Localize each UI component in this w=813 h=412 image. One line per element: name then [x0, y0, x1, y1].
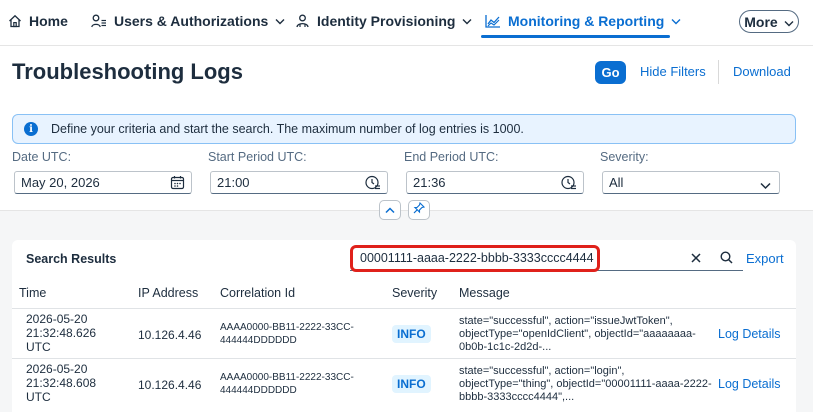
nav-identity-label: Identity Provisioning	[317, 13, 456, 29]
date-value: May 20, 2026	[21, 175, 100, 190]
nav-users-label: Users & Authorizations	[114, 13, 269, 29]
end-period-input[interactable]: 21:36	[406, 171, 584, 194]
chevron-down-icon	[784, 14, 794, 30]
correlation-cell: AAAA0000-BB11-2222-33CC- 444444DDDDDD	[220, 371, 354, 397]
log-details-link[interactable]: Log Details	[718, 327, 781, 341]
time-clock: 21:32:48.608	[26, 376, 97, 390]
hide-filters-link[interactable]: Hide Filters	[640, 64, 706, 79]
page-title: Troubleshooting Logs	[12, 59, 243, 84]
users-icon	[91, 14, 107, 28]
header-separator	[718, 60, 719, 84]
time-cell: 2026-05-20 21:32:48.608 UTC	[26, 362, 96, 404]
column-header-correlation[interactable]: Correlation Id	[220, 286, 295, 300]
more-label: More	[744, 13, 778, 30]
go-button[interactable]: Go	[595, 61, 626, 84]
clock-icon[interactable]	[365, 175, 381, 193]
column-header-message[interactable]: Message	[459, 286, 510, 300]
identity-icon	[295, 14, 310, 28]
date-picker[interactable]: May 20, 2026	[14, 171, 192, 194]
nav-home-label: Home	[29, 13, 68, 29]
search-icon[interactable]	[720, 251, 733, 269]
message-cell: state="successful", action="login", obje…	[459, 365, 712, 403]
clear-icon[interactable]	[690, 251, 702, 269]
correlation-line2: 444444DDDDDD	[220, 385, 297, 396]
search-field[interactable]: 00001111-aaaa-2222-bbbb-3333cccc4444	[350, 245, 743, 272]
chart-icon	[485, 14, 501, 28]
correlation-line1: AAAA0000-BB11-2222-33CC-	[220, 372, 354, 383]
end-period-label: End Period UTC:	[404, 150, 499, 164]
severity-select[interactable]: All	[602, 171, 780, 194]
start-period-value: 21:00	[217, 175, 250, 190]
collapse-header-button[interactable]	[379, 200, 401, 220]
time-cell: 2026-05-20 21:32:48.626 UTC	[26, 312, 96, 354]
more-button[interactable]: More	[739, 10, 799, 33]
active-tab-indicator	[481, 35, 670, 38]
ip-cell: 10.126.4.46	[138, 328, 202, 342]
start-period-input[interactable]: 21:00	[210, 171, 388, 194]
date-label: Date UTC:	[12, 150, 72, 164]
message-cell: state="successful", action="issueJwtToke…	[459, 315, 696, 353]
time-date: 2026-05-20	[26, 362, 88, 376]
severity-badge: INFO	[392, 325, 431, 343]
time-date: 2026-05-20	[26, 312, 88, 326]
nav-monitoring-label: Monitoring & Reporting	[508, 13, 665, 29]
info-icon: i	[24, 122, 38, 136]
collapse-icon	[385, 201, 395, 219]
nav-identity-provisioning[interactable]: Identity Provisioning	[295, 0, 472, 42]
time-zone: UTC	[26, 340, 51, 354]
chevron-down-icon	[462, 18, 472, 25]
search-highlight-box	[350, 245, 600, 272]
export-link[interactable]: Export	[746, 251, 784, 266]
calendar-icon[interactable]	[170, 175, 185, 193]
severity-value: All	[609, 175, 624, 190]
nav-users-authorizations[interactable]: Users & Authorizations	[91, 0, 285, 42]
column-header-severity[interactable]: Severity	[392, 286, 437, 300]
pin-icon	[413, 201, 426, 219]
download-link[interactable]: Download	[733, 64, 791, 79]
nav-home[interactable]: Home	[8, 0, 68, 42]
clock-icon[interactable]	[561, 175, 577, 193]
severity-badge: INFO	[392, 375, 431, 393]
severity-label: Severity:	[600, 150, 649, 164]
top-navigation: Home Users & Authorizations Identity Pro…	[0, 0, 813, 46]
info-text: Define your criteria and start the searc…	[51, 122, 524, 136]
end-period-value: 21:36	[413, 175, 446, 190]
column-header-ip[interactable]: IP Address	[138, 286, 198, 300]
pin-header-button[interactable]	[408, 200, 430, 220]
header-divider	[12, 308, 796, 309]
column-header-time[interactable]: Time	[19, 286, 46, 300]
start-period-label: Start Period UTC:	[208, 150, 307, 164]
chevron-down-icon	[671, 18, 681, 25]
time-zone: UTC	[26, 390, 51, 404]
chevron-down-icon	[275, 18, 285, 25]
home-icon	[8, 14, 22, 28]
ip-cell: 10.126.4.46	[138, 378, 202, 392]
search-results-title: Search Results	[26, 252, 117, 266]
correlation-cell: AAAA0000-BB11-2222-33CC- 444444DDDDDD	[220, 321, 354, 347]
log-details-link[interactable]: Log Details	[718, 377, 781, 391]
time-clock: 21:32:48.626	[26, 326, 97, 340]
row-divider	[12, 358, 796, 359]
search-results-panel: Search Results 00001111-aaaa-2222-bbbb-3…	[12, 240, 796, 412]
info-message-strip: i Define your criteria and start the sea…	[12, 114, 796, 144]
correlation-line2: 444444DDDDDD	[220, 335, 297, 346]
chevron-down-icon	[760, 178, 771, 193]
correlation-line1: AAAA0000-BB11-2222-33CC-	[220, 322, 354, 333]
